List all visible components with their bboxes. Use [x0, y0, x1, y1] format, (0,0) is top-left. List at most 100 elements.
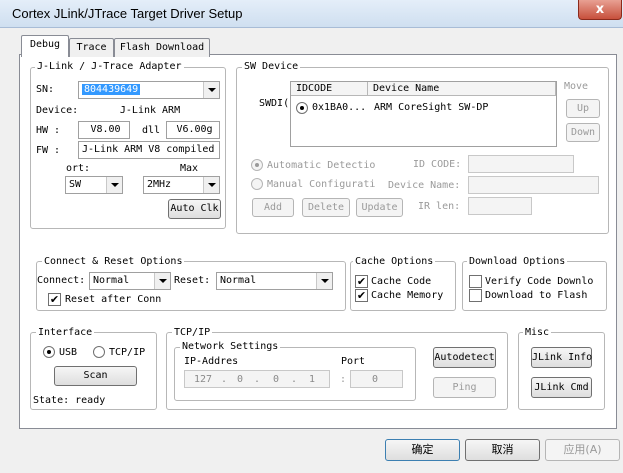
swdio-label: SWDI( — [259, 98, 290, 109]
autodetect-button[interactable]: Autodetect — [433, 347, 496, 368]
chevron-down-icon — [106, 177, 122, 193]
usb-radio[interactable] — [43, 346, 55, 358]
fw-label: FW : — [36, 145, 61, 156]
id-code-input[interactable] — [468, 155, 574, 173]
tcpip-group-title: TCP/IP — [172, 327, 213, 338]
usb-label: USB — [59, 347, 78, 358]
port-number-label: Port — [341, 356, 366, 367]
auto-clk-button[interactable]: Auto Clk — [168, 199, 221, 219]
cache-code-label: Cache Code — [371, 276, 432, 287]
connect-select[interactable]: Normal — [89, 272, 171, 290]
adapter-group-title: J-Link / J-Trace Adapter — [35, 61, 184, 72]
chevron-down-icon — [154, 273, 170, 289]
download-to-flash-label: Download to Flash — [485, 290, 588, 301]
jlink-cmd-button[interactable]: JLink Cmd — [531, 377, 592, 398]
sn-value: 804439649 — [82, 84, 141, 95]
apply-button[interactable]: 应用(A) — [545, 439, 620, 461]
sn-select[interactable]: 804439649 — [78, 81, 220, 99]
ip-octet-4: 1 — [309, 374, 316, 385]
ok-button[interactable]: 确定 — [385, 439, 460, 461]
chevron-down-icon — [316, 273, 332, 289]
update-device-button[interactable]: Update — [356, 198, 403, 217]
hw-value: V8.00 — [78, 121, 130, 139]
connect-value: Normal — [93, 275, 130, 286]
reset-value: Normal — [220, 275, 257, 286]
target-indicator-icon — [296, 102, 308, 114]
port-select[interactable]: SW — [65, 176, 123, 194]
dll-label: dll — [142, 125, 161, 136]
scan-button[interactable]: Scan — [54, 366, 137, 386]
device-value: J-Link ARM — [119, 105, 181, 116]
move-label: Move — [564, 81, 589, 92]
reset-after-connect-label: Reset after Conn — [65, 294, 162, 305]
id-code-label: ID CODE: — [413, 159, 462, 170]
fw-value: J-Link ARM V8 compiled I — [78, 141, 220, 159]
dll-value: V6.00g — [166, 121, 220, 139]
move-up-button[interactable]: Up — [566, 99, 600, 118]
chevron-down-icon — [203, 177, 219, 193]
ir-len-input[interactable] — [468, 197, 532, 215]
row-device-name: ARM CoreSight SW-DP — [374, 102, 489, 113]
manual-configuration-label: Manual Configurati — [267, 179, 376, 190]
device-name-label: Device Name: — [388, 180, 461, 191]
chevron-down-icon — [203, 82, 219, 98]
connect-label: Connect: — [37, 275, 86, 286]
device-name-input[interactable] — [468, 176, 599, 194]
move-down-button[interactable]: Down — [566, 123, 600, 142]
list-item[interactable]: 0x1BA0... ARM CoreSight SW-DP — [291, 99, 556, 117]
port-label: ort: — [66, 163, 91, 174]
port-value: SW — [69, 179, 82, 190]
ir-len-label: IR len: — [418, 201, 461, 212]
column-device-name: Device Name — [368, 82, 556, 96]
reset-after-connect-checkbox[interactable]: ✔ — [48, 293, 61, 306]
port-number-value: 0 — [372, 374, 379, 385]
verify-code-checkbox[interactable] — [469, 275, 482, 288]
ip-octet-1: 127 — [194, 374, 213, 385]
port-input[interactable]: 0 — [350, 370, 403, 388]
delete-device-button[interactable]: Delete — [302, 198, 350, 217]
download-options-group-title: Download Options — [467, 256, 568, 267]
max-label: Max — [180, 163, 199, 174]
cache-memory-checkbox[interactable]: ✔ — [355, 289, 368, 302]
connect-reset-group-title: Connect & Reset Options — [42, 256, 185, 267]
ip-octet-2: 0 — [237, 374, 244, 385]
verify-code-label: Verify Code Downlo — [485, 276, 594, 287]
tab-trace[interactable]: Trace — [69, 38, 114, 57]
automatic-detection-label: Automatic Detectio — [267, 160, 376, 171]
max-clock-value: 2MHz — [147, 179, 172, 190]
cache-options-group-title: Cache Options — [353, 256, 436, 267]
max-clock-select[interactable]: 2MHz — [143, 176, 220, 194]
tcpip-label: TCP/IP — [109, 347, 146, 358]
ip-address-label: IP-Addres — [184, 356, 239, 367]
device-label: Device: — [36, 105, 79, 116]
row-idcode: 0x1BA0... — [312, 102, 367, 113]
sn-label: SN: — [36, 84, 55, 95]
tcpip-radio[interactable] — [93, 346, 105, 358]
window-title: Cortex JLink/JTrace Target Driver Setup — [12, 6, 243, 21]
cache-code-checkbox[interactable]: ✔ — [355, 275, 368, 288]
download-to-flash-checkbox[interactable] — [469, 289, 482, 302]
close-button[interactable]: x — [578, 0, 622, 20]
add-device-button[interactable]: Add — [252, 198, 294, 217]
reset-select[interactable]: Normal — [216, 272, 333, 290]
interface-group-title: Interface — [36, 327, 95, 338]
sw-device-group-title: SW Device — [242, 61, 301, 72]
automatic-detection-radio[interactable] — [251, 159, 263, 171]
column-idcode: IDCODE — [291, 82, 368, 96]
cancel-button[interactable]: 取消 — [465, 439, 540, 461]
tab-flash-download[interactable]: Flash Download — [114, 38, 210, 57]
misc-group-title: Misc — [523, 327, 552, 338]
jlink-info-button[interactable]: JLink Info — [531, 347, 592, 368]
manual-configuration-radio[interactable] — [251, 178, 263, 190]
misc-group — [518, 332, 605, 410]
tab-debug[interactable]: Debug — [21, 35, 69, 57]
ip-octet-3: 0 — [273, 374, 280, 385]
cache-memory-label: Cache Memory — [371, 290, 444, 301]
interface-state: State: ready — [33, 395, 106, 406]
close-icon: x — [595, 2, 605, 17]
ip-address-input[interactable]: 127 . 0 . 0 . 1 — [184, 370, 330, 388]
ping-button[interactable]: Ping — [433, 377, 496, 398]
reset-label: Reset: — [174, 275, 211, 286]
hw-label: HW : — [36, 125, 61, 136]
network-settings-title: Network Settings — [180, 341, 281, 352]
